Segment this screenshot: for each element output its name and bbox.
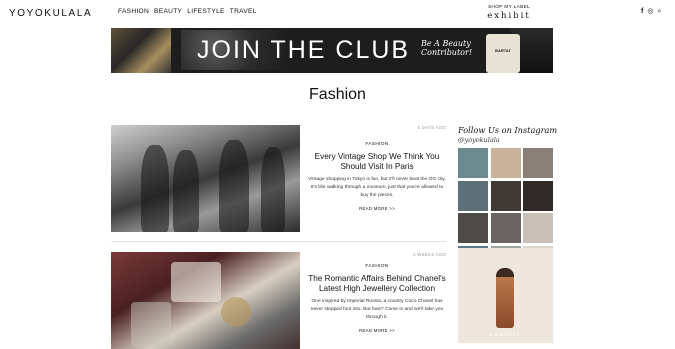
facebook-icon[interactable]: f bbox=[641, 8, 643, 16]
instagram-post-thumbnail[interactable] bbox=[490, 148, 521, 178]
nav-item-lifestyle[interactable]: LIFESTYLE bbox=[187, 8, 225, 15]
banner-subline: Be A Beauty Contributor! bbox=[421, 39, 473, 57]
ad-model-image bbox=[496, 268, 514, 328]
banner-headline: JOIN THE CLUB bbox=[197, 36, 411, 64]
banner-decoration bbox=[111, 28, 171, 73]
shop-my-label-link[interactable]: SHOP MY LABEL exhibit bbox=[481, 5, 537, 21]
product-bottle-image bbox=[486, 34, 520, 73]
instagram-post-thumbnail[interactable] bbox=[458, 180, 488, 211]
read-more-link[interactable]: READ MORE >> bbox=[308, 206, 446, 211]
instagram-post-thumbnail[interactable] bbox=[458, 148, 488, 178]
article-excerpt: One inspired by Imperial Russia, a count… bbox=[310, 299, 444, 320]
main-nav: FASHION BEAUTY LIFESTYLE TRAVEL bbox=[118, 8, 257, 15]
sidebar: Follow Us on Instagram @yoyokulala exhib… bbox=[458, 125, 558, 343]
article-date: 5 DAYS AGO bbox=[417, 125, 446, 130]
ad-brand: exhibit bbox=[489, 332, 522, 338]
instagram-title: Follow Us on Instagram bbox=[458, 125, 558, 135]
article-card: 2 WEEKS AGO FASHION The Romantic Affairs… bbox=[111, 252, 446, 349]
instagram-icon[interactable]: ◎ bbox=[647, 8, 653, 16]
nav-item-beauty[interactable]: BEAUTY bbox=[154, 8, 182, 15]
instagram-post-thumbnail[interactable] bbox=[523, 148, 553, 178]
exhibit-ad[interactable]: exhibit bbox=[458, 248, 553, 343]
instagram-post-thumbnail[interactable] bbox=[490, 180, 521, 211]
instagram-post-thumbnail[interactable] bbox=[458, 213, 488, 243]
instagram-post-thumbnail[interactable] bbox=[523, 213, 553, 243]
social-icons: f ◎ ⌕ bbox=[641, 8, 661, 16]
article-image[interactable] bbox=[111, 125, 300, 232]
nav-item-travel[interactable]: TRAVEL bbox=[230, 8, 257, 15]
article-date: 2 WEEKS AGO bbox=[413, 252, 446, 257]
article-image[interactable] bbox=[111, 252, 300, 349]
article-title[interactable]: The Romantic Affairs Behind Chanel's Lat… bbox=[308, 274, 446, 294]
product-label: BARTAT bbox=[495, 48, 511, 53]
site-logo[interactable]: YOYOKULALA bbox=[9, 8, 92, 19]
article-excerpt: Vintage shopping in Tokyo is fun, but it… bbox=[308, 177, 446, 198]
article-category[interactable]: FASHION bbox=[308, 142, 446, 147]
join-the-club-banner[interactable]: BARTAT JOIN THE CLUB Be A Beauty Contrib… bbox=[111, 28, 553, 73]
instagram-post-thumbnail[interactable] bbox=[523, 180, 553, 211]
instagram-handle[interactable]: @yoyokulala bbox=[458, 136, 553, 144]
search-icon[interactable]: ⌕ bbox=[657, 8, 661, 16]
article-divider bbox=[111, 241, 446, 242]
site-header: YOYOKULALA FASHION BEAUTY LIFESTYLE TRAV… bbox=[0, 0, 675, 26]
page-title: Fashion bbox=[309, 86, 366, 103]
read-more-link[interactable]: READ MORE >> bbox=[308, 328, 446, 333]
article-category[interactable]: FASHION bbox=[308, 264, 446, 269]
article-text: FASHION Every Vintage Shop We Think You … bbox=[308, 142, 446, 211]
article-card: 5 DAYS AGO FASHION Every Vintage Shop We… bbox=[111, 125, 446, 232]
instagram-post-thumbnail[interactable] bbox=[490, 213, 521, 243]
shop-brand-logo: exhibit bbox=[487, 11, 531, 21]
article-text: FASHION The Romantic Affairs Behind Chan… bbox=[308, 264, 446, 333]
article-title[interactable]: Every Vintage Shop We Think You Should V… bbox=[308, 152, 446, 172]
nav-item-fashion[interactable]: FASHION bbox=[118, 8, 149, 15]
shop-label-text: SHOP MY LABEL bbox=[487, 5, 531, 10]
